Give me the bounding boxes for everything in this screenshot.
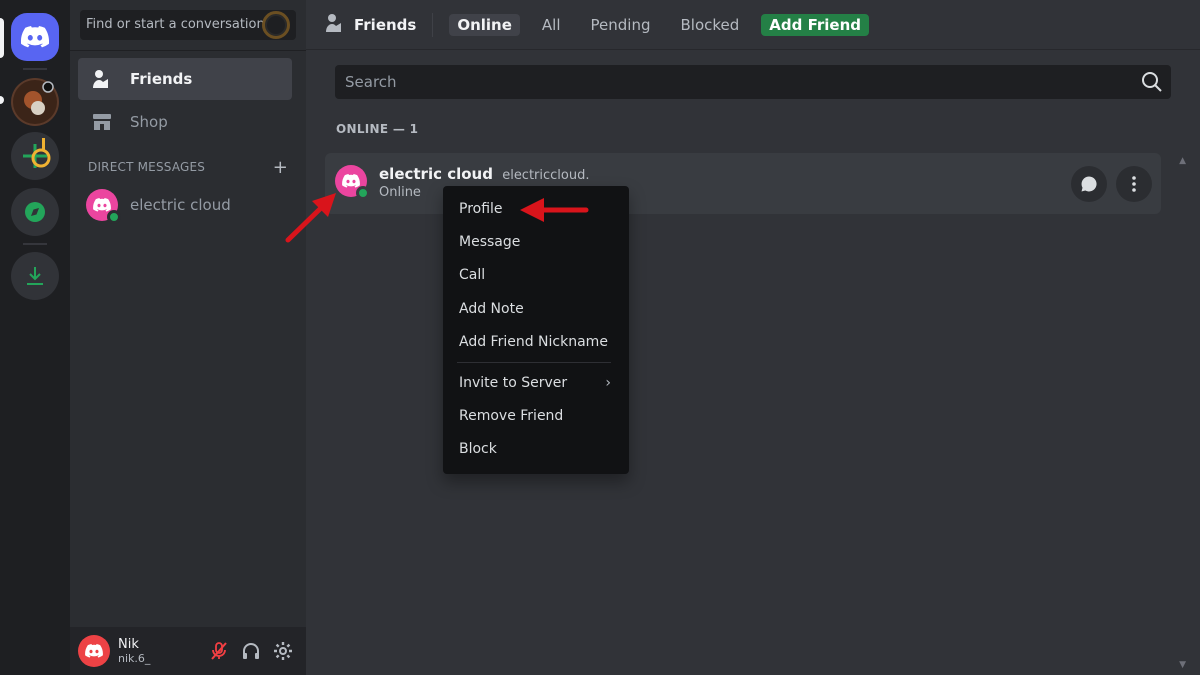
more-vertical-icon [1132, 176, 1136, 192]
server-avatar-icon [13, 80, 57, 124]
sidebar-item-friends[interactable]: Friends [78, 58, 292, 100]
discord-logo-icon [85, 644, 103, 658]
rail-separator [23, 243, 47, 245]
menu-item-remove-friend[interactable]: Remove Friend [451, 401, 621, 431]
top-bar: Friends Online All Pending Blocked Add F… [306, 0, 1200, 50]
dm-header-label: DIRECT MESSAGES [88, 160, 206, 174]
sidebar-item-shop[interactable]: Shop [78, 101, 292, 143]
friends-main: Friends Online All Pending Blocked Add F… [306, 0, 1200, 675]
avatar [86, 189, 121, 224]
search-icon [1141, 71, 1163, 105]
compass-icon [25, 202, 45, 222]
tab-blocked[interactable]: Blocked [673, 14, 748, 36]
server-icon[interactable] [11, 132, 59, 180]
menu-separator [457, 362, 611, 363]
rail-separator [23, 68, 47, 70]
shop-icon [90, 110, 114, 134]
friends-icon [324, 12, 346, 38]
headphones-icon[interactable] [240, 640, 262, 662]
friend-context-menu: Profile Message Call Add Note Add Friend… [443, 186, 629, 474]
dm-item-name: electric cloud [130, 196, 231, 214]
tab-all[interactable]: All [534, 14, 569, 36]
online-status-dot [356, 186, 370, 200]
user-tag: nik.6_ [118, 652, 151, 666]
menu-item-block[interactable]: Block [451, 434, 621, 464]
message-button[interactable] [1071, 166, 1107, 202]
sidebar-item-label: Friends [130, 70, 193, 88]
mic-muted-icon[interactable] [208, 640, 230, 662]
download-apps-button[interactable] [11, 252, 59, 300]
avatar[interactable] [335, 165, 370, 200]
dm-section-header: DIRECT MESSAGES + [88, 157, 288, 178]
divider [70, 50, 306, 51]
download-icon [27, 267, 43, 285]
chevron-right-icon: › [605, 375, 611, 391]
online-count-header: ONLINE — 1 [336, 122, 419, 136]
menu-item-call[interactable]: Call [451, 260, 621, 290]
unread-indicator [0, 96, 4, 104]
online-status-dot [107, 210, 121, 224]
menu-item-profile[interactable]: Profile [451, 194, 621, 224]
friends-search-input[interactable]: Search [335, 65, 1171, 99]
server-rail [0, 0, 70, 675]
friend-username: electriccloud. [502, 168, 590, 183]
loading-ring-icon [262, 11, 290, 39]
discord-logo-icon [342, 174, 360, 188]
dm-sidebar: Find or start a conversation Friends Sho… [70, 0, 306, 675]
home-button[interactable] [11, 13, 59, 61]
menu-item-add-note[interactable]: Add Note [451, 294, 621, 324]
sidebar-item-label: Shop [130, 113, 168, 131]
avatar[interactable] [78, 635, 110, 667]
friend-display-name: electric cloud [379, 165, 493, 183]
plus-icon[interactable]: + [273, 157, 288, 178]
friend-status: Online [379, 185, 421, 200]
tab-online[interactable]: Online [449, 13, 520, 36]
scroll-up-arrow-icon[interactable]: ▲ [1179, 156, 1186, 166]
dm-item-electric-cloud[interactable]: electric cloud [78, 184, 292, 226]
menu-item-add-friend-nickname[interactable]: Add Friend Nickname [451, 327, 621, 357]
active-indicator [0, 18, 4, 58]
gear-icon[interactable] [272, 640, 294, 662]
divider [432, 12, 434, 37]
page-title: Friends [324, 12, 416, 38]
server-icon[interactable] [11, 78, 59, 126]
page-title-label: Friends [354, 15, 417, 34]
chat-bubble-icon [1081, 176, 1097, 192]
discord-logo-icon [21, 26, 49, 48]
user-panel: Nik nik.6_ [70, 627, 306, 675]
more-options-button[interactable] [1116, 166, 1152, 202]
user-name-block[interactable]: Nik nik.6_ [118, 637, 150, 666]
server-avatar-icon [23, 138, 51, 168]
scroll-down-arrow-icon[interactable]: ▼ [1179, 660, 1186, 670]
friends-icon [90, 67, 114, 91]
user-name: Nik [118, 636, 139, 652]
find-conversation-button[interactable]: Find or start a conversation [80, 10, 296, 40]
menu-item-message[interactable]: Message [451, 227, 621, 257]
friend-name: electric cloud electriccloud. [379, 165, 590, 183]
tab-pending[interactable]: Pending [583, 14, 659, 36]
discord-logo-icon [93, 198, 111, 212]
menu-item-label: Invite to Server [459, 375, 568, 391]
find-conversation-label: Find or start a conversation [86, 17, 265, 32]
friends-search-placeholder: Search [345, 73, 397, 91]
add-friend-button[interactable]: Add Friend [761, 13, 870, 36]
menu-item-invite-to-server[interactable]: Invite to Server › [451, 368, 621, 398]
explore-button[interactable] [11, 188, 59, 236]
